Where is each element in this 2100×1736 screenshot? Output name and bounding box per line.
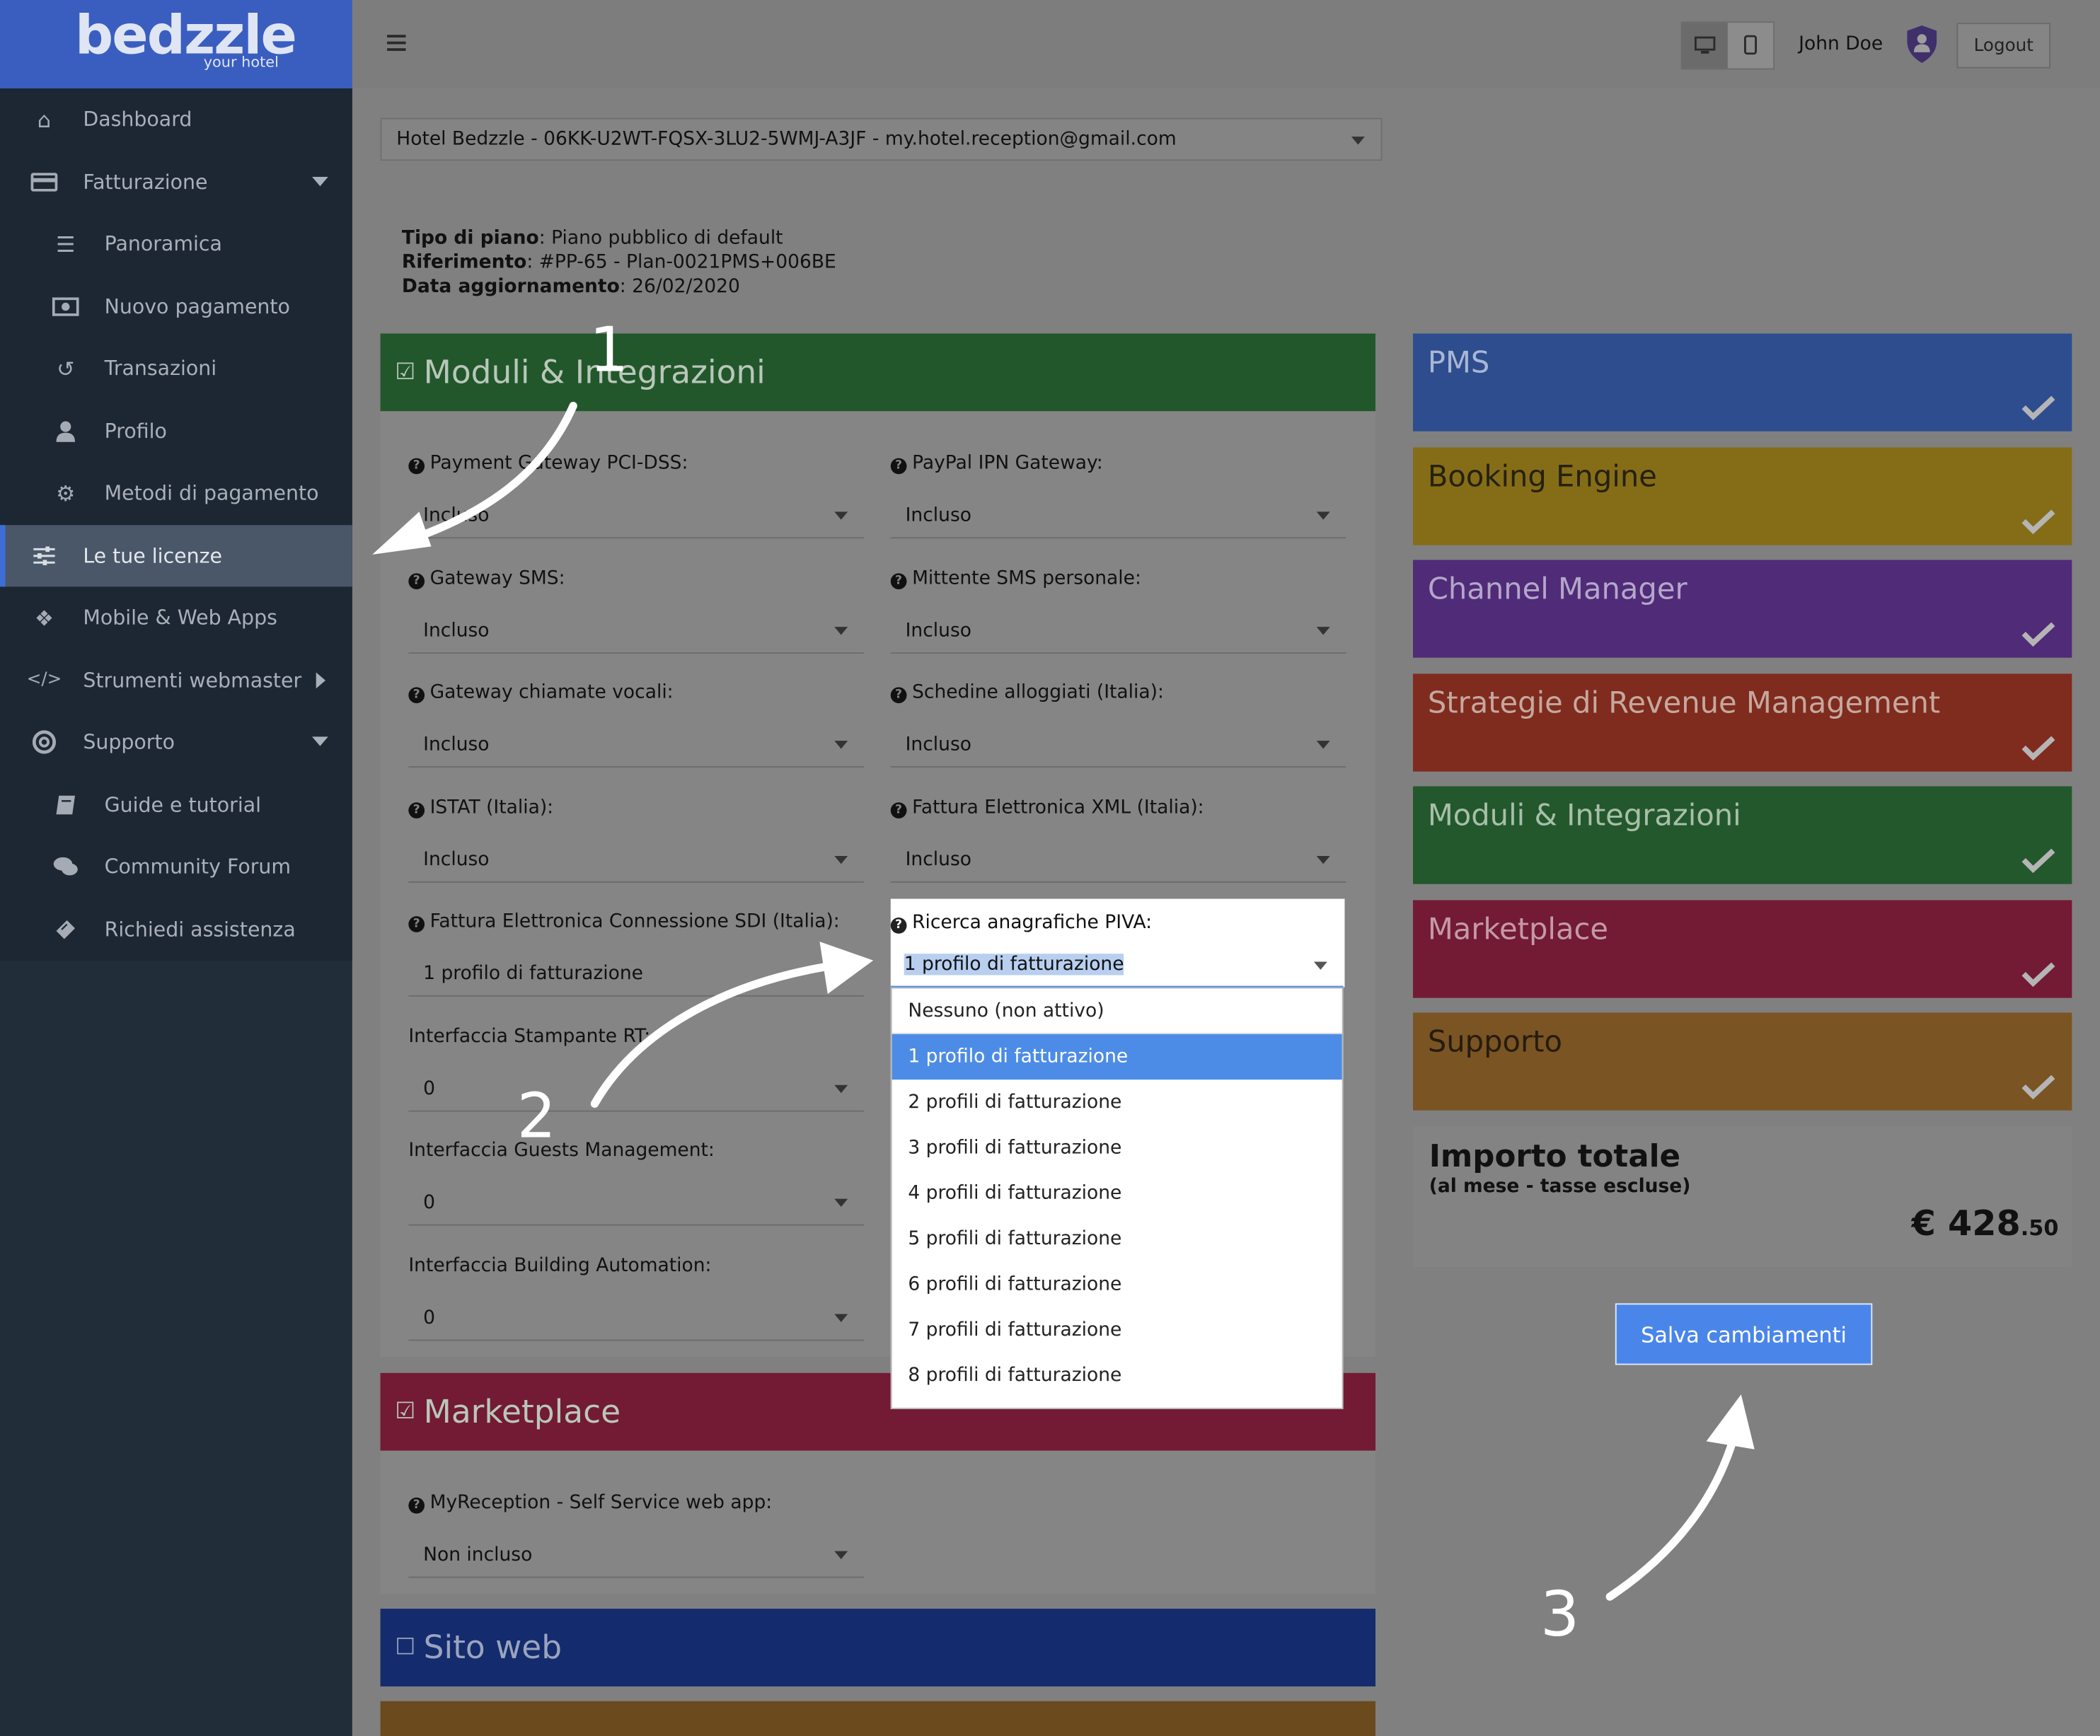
annotation-number-3: 3 xyxy=(1540,1578,1580,1650)
annotation-arrows xyxy=(372,402,1755,1601)
annotation-number-2: 2 xyxy=(517,1080,557,1152)
annotation-number-1: 1 xyxy=(589,313,629,386)
